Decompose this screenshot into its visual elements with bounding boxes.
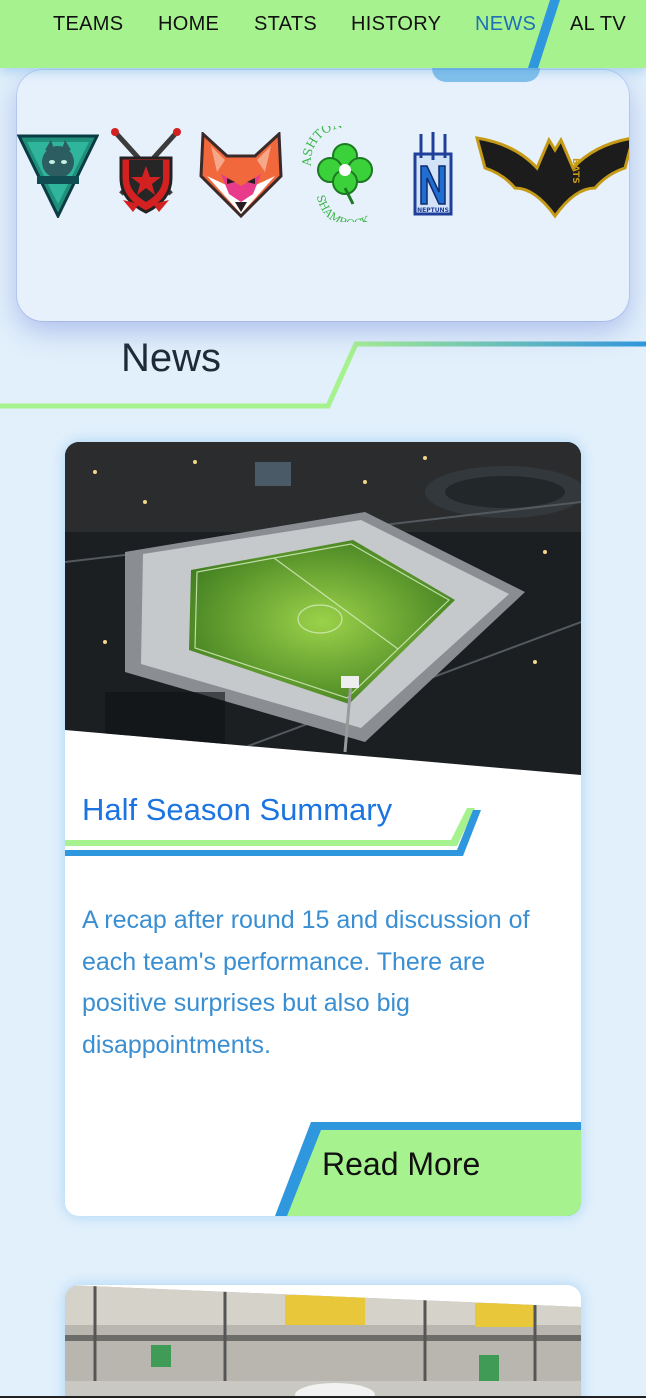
neptuns-text: NEPTUNS — [417, 207, 449, 214]
team-logos-carousel[interactable]: ASHTON SHAMROCK NEPTUNS BATS — [17, 70, 629, 321]
wolf-shield-icon[interactable] — [17, 132, 99, 218]
nav-active-indicator — [432, 68, 540, 82]
bat-icon[interactable]: BATS — [475, 128, 629, 220]
news-card-summary: A recap after round 15 and discussion of… — [82, 906, 530, 1059]
shamrock-bottom-text: SHAMROCK — [314, 194, 373, 222]
swords-shield-icon[interactable] — [107, 128, 185, 220]
bats-text: BATS — [570, 158, 580, 184]
nav-divider-slash — [528, 0, 560, 68]
section-title: News — [121, 336, 222, 380]
section-heading-decoration — [0, 341, 646, 409]
read-more-button[interactable]: Read More — [275, 1122, 581, 1216]
news-card[interactable] — [65, 1285, 581, 1398]
nav-home[interactable]: HOME — [158, 13, 219, 36]
nav-history[interactable]: HISTORY — [351, 13, 441, 36]
nav-teams[interactable]: TEAMS — [53, 13, 123, 36]
trident-n-icon[interactable]: NEPTUNS — [407, 130, 459, 222]
street-photo — [65, 1285, 581, 1398]
news-card[interactable]: Half Season Summary A recap after round … — [65, 442, 581, 1216]
nav-al-tv[interactable]: AL TV — [570, 13, 626, 36]
fox-icon[interactable] — [197, 132, 285, 218]
shamrock-icon[interactable]: ASHTON SHAMROCK — [297, 126, 393, 222]
title-underline-decoration — [65, 808, 481, 856]
svg-text:SHAMROCK: SHAMROCK — [314, 194, 373, 222]
stadium-photo — [65, 442, 581, 775]
read-more-label: Read More — [322, 1146, 481, 1182]
top-nav: TEAMS HOME STATS HISTORY NEWS AL TV — [0, 0, 646, 68]
nav-stats[interactable]: STATS — [254, 13, 317, 36]
